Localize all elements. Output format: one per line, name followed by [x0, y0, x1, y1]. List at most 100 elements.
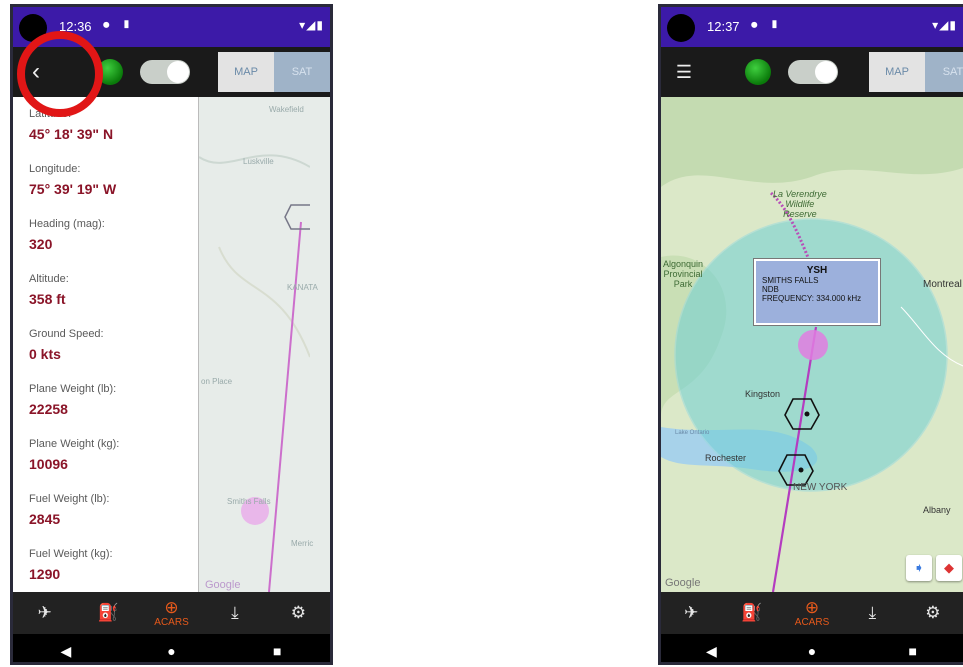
system-recents-button[interactable]: ■	[224, 634, 330, 662]
settings-icon: ⚙	[290, 603, 306, 622]
map-background[interactable]: Wakefield Luskville KANATA on Place Smit…	[199, 97, 330, 592]
system-home-button[interactable]: ●	[762, 634, 863, 662]
directions-icon[interactable]: ➧	[906, 555, 932, 581]
fuel-icon: ⛽	[741, 603, 763, 622]
map-view[interactable]: La Verendrye Wildlife Reserve Algonquin …	[661, 97, 963, 592]
data-field: Heading (mag): 320	[29, 218, 198, 262]
nav-item-landing[interactable]: ⤓	[203, 592, 266, 634]
acars-icon: ⊕	[164, 598, 179, 617]
field-value: 75° 39' 19" W	[29, 181, 117, 197]
field-value: 358 ft	[29, 291, 66, 307]
navaid-code: YSH	[806, 265, 828, 276]
menu-button[interactable]: ☰	[667, 55, 701, 89]
navaid-name: SMITHS FALLS	[762, 276, 819, 285]
landing-icon: ⤓	[231, 603, 239, 622]
nav-item-landing[interactable]: ⤓	[842, 592, 902, 634]
data-field: Fuel Weight (kg): 1290	[29, 548, 198, 592]
nav-item-acars[interactable]: ⊕ ACARS	[140, 592, 203, 634]
nav-item-settings[interactable]: ⚙	[903, 592, 963, 634]
map-label-place: on Place	[201, 377, 233, 386]
takeoff-icon: ✈	[37, 603, 52, 622]
field-label: Plane Weight (lb):	[29, 383, 117, 395]
data-field: Ground Speed: 0 kts	[29, 328, 198, 372]
field-value: 1290	[29, 566, 61, 582]
map-label-merrick: Merric	[291, 539, 314, 548]
connection-status-light	[745, 59, 771, 85]
status-icons: ⏺ ▮	[751, 17, 784, 32]
field-value: 320	[29, 236, 53, 252]
signal-battery-icon: ▾◢▮	[299, 18, 324, 32]
map-label-new-york: NEW YORK	[793, 482, 848, 493]
map-label-wakefield: Wakefield	[269, 105, 304, 114]
map-label-smiths-falls: Smiths Falls	[227, 497, 271, 506]
field-value: 0 kts	[29, 346, 61, 362]
data-field: Altitude: 358 ft	[29, 273, 198, 317]
navaid-frequency: FREQUENCY: 334.000 kHz	[762, 294, 862, 303]
bottom-navigation: ✈ ⛽ ⊕ ACARS ⤓ ⚙	[661, 592, 963, 634]
highlight-circle	[17, 31, 103, 117]
toggle-knob	[167, 61, 189, 83]
acars-info-panel: Latitude: 45° 18' 39" N Longitude: 75° 39' …	[13, 97, 199, 592]
map-type-selector: MAP SAT	[869, 52, 963, 92]
nav-item-takeoff[interactable]: ✈	[13, 592, 76, 634]
map-toggle[interactable]	[140, 60, 190, 84]
nav-item-fuel[interactable]: ⛽	[721, 592, 781, 634]
map-tab[interactable]: MAP	[218, 52, 274, 92]
sat-tab[interactable]: SAT	[925, 52, 963, 92]
map-type-selector: MAP SAT	[218, 52, 330, 92]
map-label-lake-ontario: Lake Ontario	[675, 430, 710, 436]
nav-item-takeoff[interactable]: ✈	[661, 592, 721, 634]
field-value: 22258	[29, 401, 68, 417]
data-field: Plane Weight (lb): 22258	[29, 383, 198, 427]
google-maps-icon[interactable]: ◆	[936, 555, 962, 581]
acars-icon: ⊕	[804, 598, 820, 617]
field-label: Heading (mag):	[29, 218, 105, 230]
map-label-kanata: KANATA	[287, 283, 318, 292]
map-label-luskville: Luskville	[243, 157, 274, 166]
map-label-kingston: Kingston	[745, 389, 781, 399]
map-label-algonquin: Algonquin Provincial Park	[663, 259, 704, 289]
system-recents-button[interactable]: ■	[862, 634, 963, 662]
field-label: Fuel Weight (lb):	[29, 493, 110, 505]
top-toolbar: ☰ MAP SAT	[661, 47, 963, 97]
system-home-button[interactable]: ●	[119, 634, 225, 662]
field-label: Altitude:	[29, 273, 69, 285]
nav-item-label: ACARS	[154, 617, 189, 628]
system-back-button[interactable]: ◀	[13, 634, 119, 662]
map-tab[interactable]: MAP	[869, 52, 925, 92]
data-field: Fuel Weight (lb): 2845	[29, 493, 198, 537]
status-icons: ⏺ ▮	[103, 17, 136, 32]
takeoff-icon: ✈	[684, 603, 699, 622]
sat-tab[interactable]: SAT	[274, 52, 330, 92]
map-toggle[interactable]	[788, 60, 838, 84]
fuel-icon: ⛽	[97, 603, 119, 622]
camera-cutout	[667, 14, 695, 42]
toggle-knob	[815, 61, 837, 83]
bottom-navigation: ✈ ⛽ ⊕ ACARS ⤓ ⚙	[13, 592, 330, 634]
google-logo: Google	[205, 579, 241, 591]
field-value: 45° 18' 39" N	[29, 126, 114, 142]
system-back-button[interactable]: ◀	[661, 634, 762, 662]
settings-icon: ⚙	[925, 603, 941, 622]
nav-item-settings[interactable]: ⚙	[267, 592, 330, 634]
system-navigation: ◀ ● ■	[661, 634, 963, 662]
nav-item-fuel[interactable]: ⛽	[76, 592, 139, 634]
status-bar: 12:37 ⏺ ▮ ▾◢▮	[661, 7, 963, 47]
signal-battery-icon: ▾◢▮	[932, 18, 957, 32]
navaid-info-popup[interactable]: YSH SMITHS FALLS NDB FREQUENCY: 334.000 …	[753, 258, 881, 326]
map-label-montreal: Montreal	[923, 279, 962, 290]
main-content: Wakefield Luskville KANATA on Place Smit…	[13, 97, 330, 592]
phone-left: 12:36 ⏺ ▮ ▾◢▮ ‹ MAP SAT Wakefield Luskvi…	[10, 4, 333, 665]
map-overlay	[199, 154, 310, 592]
field-value: 10096	[29, 456, 68, 472]
field-label: Fuel Weight (kg):	[29, 548, 113, 560]
nav-item-acars[interactable]: ⊕ ACARS	[782, 592, 842, 634]
data-field: Longitude: 75° 39' 19" W	[29, 163, 198, 207]
system-navigation: ◀ ● ■	[13, 634, 330, 662]
navaid-type: NDB	[762, 285, 779, 294]
field-label: Longitude:	[29, 163, 81, 175]
map-label-albany: Albany	[923, 505, 951, 515]
map-canvas[interactable]: La Verendrye Wildlife Reserve Algonquin …	[661, 97, 963, 592]
phone-right: 12:37 ⏺ ▮ ▾◢▮ ☰ MAP SAT La Verendrye Wil…	[658, 4, 963, 665]
map-overlay	[661, 97, 963, 592]
